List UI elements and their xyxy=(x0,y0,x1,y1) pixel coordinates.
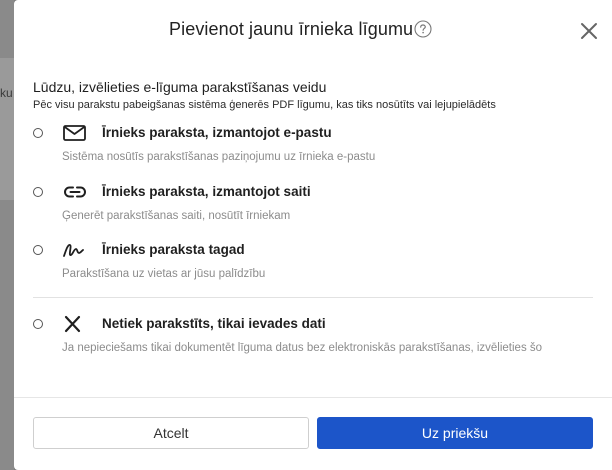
background-partial-text: ku xyxy=(0,86,13,100)
cancel-button[interactable]: Atcelt xyxy=(33,417,309,449)
background-panel xyxy=(0,58,14,200)
footer-divider xyxy=(14,397,612,398)
option-no-signature[interactable]: Netiek parakstīts, tikai ievades dati Ja… xyxy=(33,315,593,359)
section-title: Lūdzu, izvēlieties e-līguma parakstīšana… xyxy=(33,79,327,95)
option-description: Ģenerēt parakstīšanas saiti, nosūtīt īrn… xyxy=(62,210,291,222)
option-label: Īrnieks paraksta, izmantojot saiti xyxy=(102,184,311,199)
option-label: Netiek parakstīts, tikai ievades dati xyxy=(102,316,326,331)
option-description: Sistēma nosūtīs parakstīšanas paziņojumu… xyxy=(62,151,376,163)
link-icon xyxy=(62,183,88,201)
dialog-title: Pievienot jaunu īrnieka līgumu xyxy=(169,19,414,39)
add-tenant-contract-dialog: Pievienot jaunu īrnieka līgumu Lūdzu, iz… xyxy=(14,0,612,470)
radio-button[interactable] xyxy=(33,128,43,138)
radio-button[interactable] xyxy=(33,319,43,329)
option-divider xyxy=(33,297,593,298)
option-label: Īrnieks paraksta tagad xyxy=(102,242,245,257)
radio-button[interactable] xyxy=(33,187,43,197)
x-mark-icon xyxy=(62,315,88,333)
option-sign-via-email[interactable]: Īrnieks paraksta, izmantojot e-pastu Sis… xyxy=(33,124,593,168)
question-circle-icon[interactable] xyxy=(414,20,432,38)
radio-button[interactable] xyxy=(33,245,43,255)
option-description: Ja nepieciešams tikai dokumentēt līguma … xyxy=(62,342,543,354)
next-button[interactable]: Uz priekšu xyxy=(317,417,593,449)
envelope-icon xyxy=(62,124,88,142)
close-icon[interactable] xyxy=(580,22,598,40)
section-subtitle: Pēc visu parakstu pabeigšanas sistēma ģe… xyxy=(33,99,496,111)
dialog-header: Pievienot jaunu īrnieka līgumu xyxy=(14,0,612,60)
option-description: Parakstīšana uz vietas ar jūsu palīdzību xyxy=(62,268,266,280)
option-sign-via-link[interactable]: Īrnieks paraksta, izmantojot saiti Ģener… xyxy=(33,183,593,227)
signature-icon xyxy=(62,241,88,259)
option-label: Īrnieks paraksta, izmantojot e-pastu xyxy=(102,125,332,140)
option-sign-now[interactable]: Īrnieks paraksta tagad Parakstīšana uz v… xyxy=(33,241,593,285)
